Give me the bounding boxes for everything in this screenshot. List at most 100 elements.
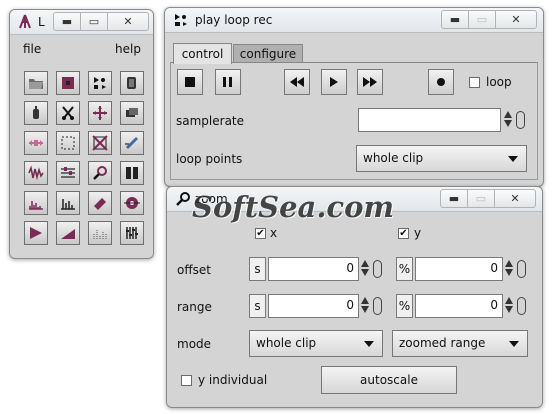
autoscale-label: autoscale [360,373,418,387]
x-label: x [270,226,278,240]
play-button[interactable] [321,69,347,95]
tool-palette-window: L ▬ ▭ ✕ file help [9,9,154,259]
record-button[interactable] [428,69,454,95]
cut-tool-button[interactable] [56,101,80,125]
range-x-stepper[interactable] [360,295,370,315]
range-x-reset-icon[interactable] [373,297,382,315]
y-checkbox[interactable]: ✔ [398,228,409,239]
ramp-tool-button[interactable] [56,221,80,245]
samplerate-reset-icon[interactable] [516,111,525,129]
selection-icon [61,136,75,150]
offset-x-input[interactable]: 0 [268,257,359,281]
minimize-button[interactable]: ▬ [53,12,81,31]
range-y-reset-icon[interactable] [517,297,526,315]
open-folder-icon [29,79,43,89]
offset-x-unit: s [249,257,266,281]
eraser-icon [94,198,106,210]
range-y-stepper[interactable] [504,295,514,315]
pause-button[interactable] [215,69,241,95]
minimize-button[interactable]: ▬ [440,189,468,208]
clip-small-icon [33,106,39,119]
samplerate-stepper[interactable] [503,109,513,129]
y-individual-checkbox[interactable] [181,375,192,386]
play-arrow-tool-button[interactable] [24,221,48,245]
y-individual-label: y individual [198,373,268,387]
no-selection-tool-button[interactable] [88,131,112,155]
close-button[interactable]: ✕ [107,12,149,31]
layers-icon [126,108,138,117]
bars-icon [93,230,107,239]
autoscale-button[interactable]: autoscale [321,366,457,394]
offset-x-reset-icon[interactable] [373,260,382,278]
stop-button[interactable] [177,69,203,95]
tab-control[interactable]: control [173,43,232,64]
mode-x-select[interactable]: whole clip [249,330,383,357]
loop-points-value: whole clip [363,151,424,165]
offset-label: offset [177,263,211,277]
eraser-tool-button[interactable] [88,191,112,215]
mode-x-value: whole clip [256,336,317,350]
loop-points-select[interactable]: whole clip [356,145,527,172]
minimize-button[interactable]: ▬ [441,10,469,29]
x-checkbox[interactable]: ✔ [255,228,266,239]
loop-checkbox[interactable] [469,77,480,88]
columns-tool-button[interactable] [120,161,144,185]
tab-configure-label: configure [239,47,297,61]
play-loop-rec-icon [94,77,106,89]
layers-tool-button[interactable] [120,101,144,125]
range-label: range [177,300,212,314]
samplerate-input[interactable] [358,108,501,132]
histogram-tool-button[interactable] [56,191,80,215]
search-icon [93,166,107,180]
palette-titlebar[interactable]: L ▬ ▭ ✕ [10,10,153,35]
clip-icon [127,77,136,89]
tool-grid [20,68,148,248]
waveform-tool-button[interactable] [24,161,48,185]
mixer-tool-button[interactable] [120,221,144,245]
open-folder-tool-button[interactable] [24,71,48,95]
offset-y-reset-icon[interactable] [517,260,526,278]
pen-tool-button[interactable] [120,131,144,155]
offset-y-stepper[interactable] [504,258,514,278]
chevron-down-icon [508,156,518,162]
filter-tool-button[interactable] [56,161,80,185]
range-x-unit: s [249,294,266,318]
fast-forward-button[interactable] [357,69,383,95]
waveform-icon [28,165,44,181]
search-tool-button[interactable] [88,161,112,185]
maximize-button: ▭ [468,10,496,29]
ramp-icon [61,229,75,239]
offset-x-stepper[interactable] [360,258,370,278]
menu-file[interactable]: file [23,42,41,56]
target-tool-button[interactable] [120,191,144,215]
stretch-tool-button[interactable] [24,131,48,155]
selection-tool-button[interactable] [56,131,80,155]
record-square-tool-button[interactable] [56,71,80,95]
maximize-button: ▭ [467,189,495,208]
tab-configure[interactable]: configure [233,44,303,63]
rewind-button[interactable] [284,69,310,95]
offset-y-input[interactable]: 0 [415,257,503,281]
player-titlebar[interactable]: play loop rec ▬ ▭ ✕ [165,8,543,33]
menu-help[interactable]: help [115,42,141,56]
app-icon [17,14,33,33]
close-button[interactable]: ✕ [494,189,536,208]
bars-tool-button[interactable] [88,221,112,245]
close-button[interactable]: ✕ [495,10,537,29]
spectrum-tool-button[interactable] [24,191,48,215]
move-tool-button[interactable] [88,101,112,125]
watermark: SoftSea.com [192,190,395,224]
cut-icon [62,106,74,120]
range-x-input[interactable]: 0 [268,294,359,318]
clip-tool-button[interactable] [120,71,144,95]
stretch-icon [29,140,43,146]
no-selection-icon [92,135,108,151]
mode-y-select[interactable]: zoomed range [392,330,528,357]
maximize-button[interactable]: ▭ [80,12,108,31]
record-square-icon [62,77,74,89]
clip-small-tool-button[interactable] [24,101,48,125]
columns-icon [126,167,138,179]
range-y-input[interactable]: 0 [415,294,503,318]
mixer-icon [126,227,138,239]
play-loop-rec-tool-button[interactable] [88,71,112,95]
